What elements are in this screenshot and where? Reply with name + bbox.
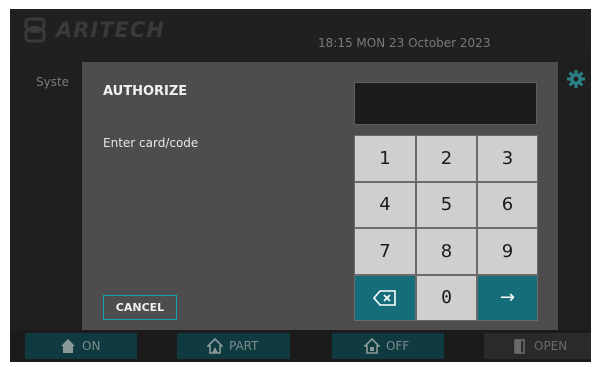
mode-bar: ON PART OFF OPEN bbox=[10, 330, 591, 362]
brand-logo: ARITECH bbox=[24, 17, 165, 43]
brand-name: ARITECH bbox=[56, 18, 165, 42]
code-display-field[interactable] bbox=[354, 82, 537, 125]
house-part-icon bbox=[207, 338, 223, 354]
enter-key[interactable]: → bbox=[477, 274, 538, 321]
panel-screen: ARITECH 18:15 MON 23 October 2023 Syste … bbox=[10, 9, 591, 362]
disarm-off-label: OFF bbox=[386, 339, 410, 353]
key-8[interactable]: 8 bbox=[416, 228, 477, 275]
date-time: 18:15 MON 23 October 2023 bbox=[318, 36, 491, 50]
key-7[interactable]: 7 bbox=[354, 228, 416, 275]
header-bar: ARITECH 18:15 MON 23 October 2023 bbox=[10, 9, 591, 53]
dialog-prompt: Enter card/code bbox=[103, 136, 199, 150]
backspace-icon bbox=[373, 289, 396, 306]
gear-icon[interactable] bbox=[566, 69, 586, 89]
arm-on-button[interactable]: ON bbox=[25, 333, 137, 359]
key-1[interactable]: 1 bbox=[354, 135, 416, 182]
dialog-title: AUTHORIZE bbox=[103, 84, 188, 99]
key-3[interactable]: 3 bbox=[477, 135, 538, 182]
cancel-button[interactable]: CANCEL bbox=[103, 295, 177, 320]
authorize-dialog: AUTHORIZE Enter card/code 1 2 3 4 5 6 7 … bbox=[82, 62, 558, 330]
door-open-label: OPEN bbox=[534, 339, 568, 353]
key-2[interactable]: 2 bbox=[416, 135, 477, 182]
door-icon bbox=[514, 339, 525, 354]
arm-on-label: ON bbox=[82, 339, 101, 353]
house-icon bbox=[61, 339, 75, 353]
key-5[interactable]: 5 bbox=[416, 181, 477, 228]
key-9[interactable]: 9 bbox=[477, 228, 538, 275]
door-open-button[interactable]: OPEN bbox=[484, 333, 591, 359]
arm-part-button[interactable]: PART bbox=[177, 333, 290, 359]
keypad: 1 2 3 4 5 6 7 8 9 0 → bbox=[354, 135, 538, 321]
key-0[interactable]: 0 bbox=[416, 274, 477, 321]
key-4[interactable]: 4 bbox=[354, 181, 416, 228]
background-system-label: Syste bbox=[36, 75, 70, 89]
key-6[interactable]: 6 bbox=[477, 181, 538, 228]
arm-part-label: PART bbox=[229, 339, 259, 353]
backspace-key[interactable] bbox=[354, 274, 416, 321]
aritech-mark-icon bbox=[24, 17, 46, 43]
disarm-off-button[interactable]: OFF bbox=[332, 333, 444, 359]
house-lock-icon bbox=[364, 338, 380, 354]
